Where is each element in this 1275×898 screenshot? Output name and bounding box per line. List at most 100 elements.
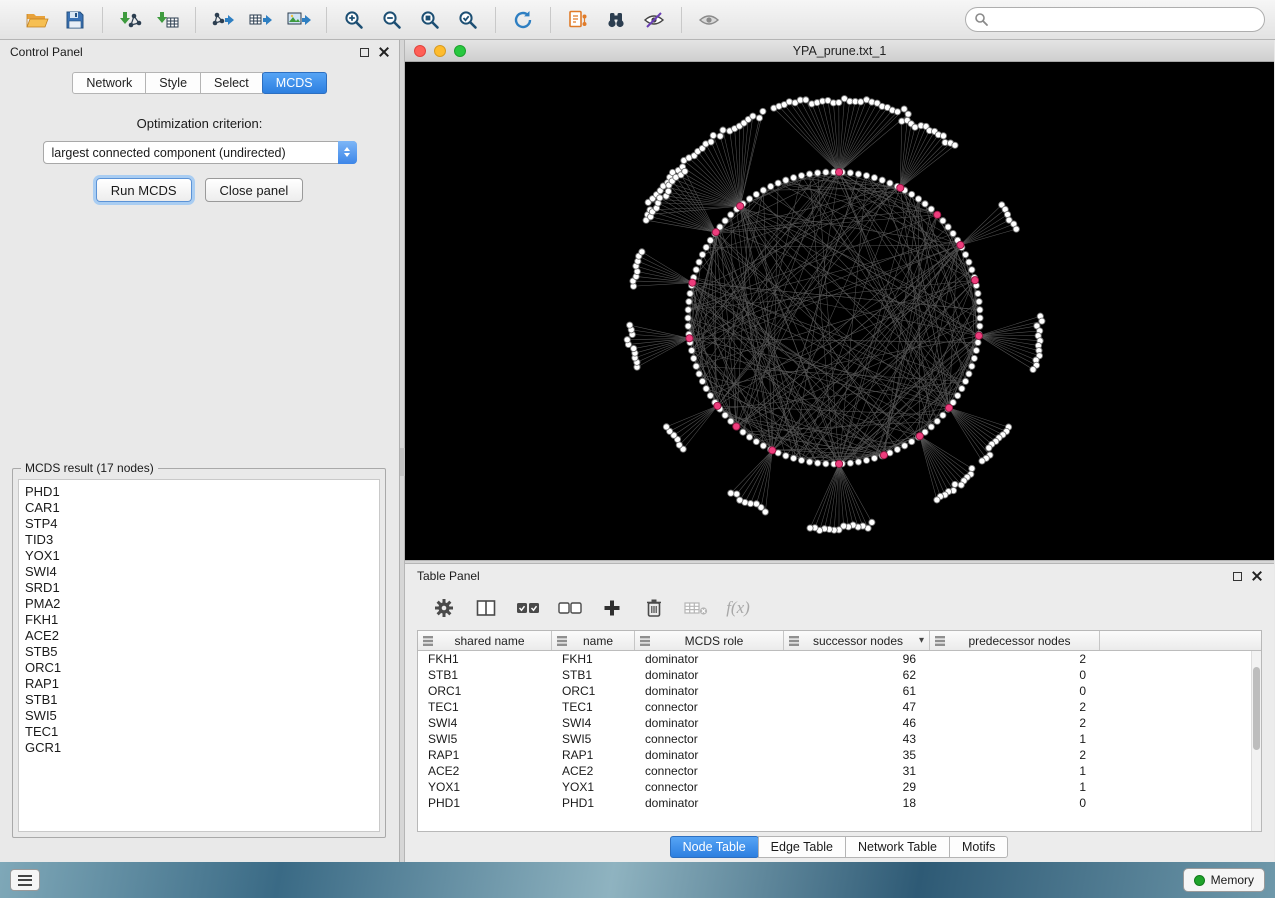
column-menu-icon[interactable]: [423, 636, 433, 646]
refresh-view-button[interactable]: [508, 5, 538, 35]
cell[interactable]: 1: [930, 764, 1100, 778]
cell[interactable]: 61: [784, 684, 930, 698]
tab-style[interactable]: Style: [145, 72, 201, 94]
sort-descending-icon[interactable]: ▾: [919, 635, 924, 646]
close-panel-icon[interactable]: [379, 47, 389, 57]
add-column-button[interactable]: [599, 595, 625, 621]
cell[interactable]: SWI4: [552, 716, 635, 730]
cell[interactable]: 62: [784, 668, 930, 682]
cell[interactable]: connector: [635, 700, 784, 714]
cell[interactable]: 2: [930, 716, 1100, 730]
result-item[interactable]: GCR1: [25, 740, 379, 756]
cell[interactable]: dominator: [635, 652, 784, 666]
import-table-button[interactable]: [153, 5, 183, 35]
cell[interactable]: 1: [930, 780, 1100, 794]
copy-share-button[interactable]: [563, 5, 593, 35]
column-menu-icon[interactable]: [557, 636, 567, 646]
tab-select[interactable]: Select: [200, 72, 263, 94]
cell[interactable]: 0: [930, 684, 1100, 698]
result-item[interactable]: ORC1: [25, 660, 379, 676]
result-item[interactable]: RAP1: [25, 676, 379, 692]
cell[interactable]: dominator: [635, 716, 784, 730]
table-row[interactable]: STB1STB1dominator620: [418, 667, 1251, 683]
cell[interactable]: 1: [930, 732, 1100, 746]
column-header-MCDS-role[interactable]: MCDS role: [635, 631, 784, 650]
cell[interactable]: PHD1: [552, 796, 635, 810]
cell[interactable]: SWI5: [418, 732, 552, 746]
cell[interactable]: 2: [930, 748, 1100, 762]
column-header-name[interactable]: name: [552, 631, 635, 650]
window-zoom-icon[interactable]: [454, 45, 466, 57]
close-table-panel-icon[interactable]: [1252, 571, 1262, 581]
zoom-out-button[interactable]: [377, 5, 407, 35]
mcds-result-list[interactable]: PHD1CAR1STP4TID3YOX1SWI4SRD1PMA2FKH1ACE2…: [18, 479, 380, 832]
cell[interactable]: RAP1: [418, 748, 552, 762]
cell[interactable]: 43: [784, 732, 930, 746]
result-item[interactable]: SWI5: [25, 708, 379, 724]
table-row[interactable]: ORC1ORC1dominator610: [418, 683, 1251, 699]
cell[interactable]: 0: [930, 668, 1100, 682]
window-minimize-icon[interactable]: [434, 45, 446, 57]
tab-network-table[interactable]: Network Table: [845, 836, 950, 858]
cell[interactable]: dominator: [635, 796, 784, 810]
table-row[interactable]: FKH1FKH1dominator962: [418, 651, 1251, 667]
zoom-selected-button[interactable]: [453, 5, 483, 35]
save-session-button[interactable]: [60, 5, 90, 35]
table-row[interactable]: RAP1RAP1dominator352: [418, 747, 1251, 763]
column-menu-icon[interactable]: [789, 636, 799, 646]
column-menu-icon[interactable]: [640, 636, 650, 646]
cell[interactable]: FKH1: [552, 652, 635, 666]
export-network-button[interactable]: [208, 5, 238, 35]
table-row[interactable]: TEC1TEC1connector472: [418, 699, 1251, 715]
cell[interactable]: 96: [784, 652, 930, 666]
table-scrollbar[interactable]: [1251, 651, 1261, 831]
result-item[interactable]: SWI4: [25, 564, 379, 580]
cell[interactable]: RAP1: [552, 748, 635, 762]
cell[interactable]: connector: [635, 732, 784, 746]
result-item[interactable]: SRD1: [25, 580, 379, 596]
tab-network[interactable]: Network: [72, 72, 146, 94]
cell[interactable]: ORC1: [552, 684, 635, 698]
cell[interactable]: 18: [784, 796, 930, 810]
network-view[interactable]: [405, 62, 1274, 560]
table-row[interactable]: ACE2ACE2connector311: [418, 763, 1251, 779]
cell[interactable]: 47: [784, 700, 930, 714]
cell[interactable]: ACE2: [552, 764, 635, 778]
tab-motifs[interactable]: Motifs: [949, 836, 1008, 858]
dropdown-stepper-icon[interactable]: [338, 141, 357, 164]
cell[interactable]: dominator: [635, 668, 784, 682]
cell[interactable]: TEC1: [552, 700, 635, 714]
cell[interactable]: 2: [930, 700, 1100, 714]
scrollbar-thumb[interactable]: [1253, 667, 1260, 750]
cell[interactable]: STB1: [418, 668, 552, 682]
select-all-button[interactable]: [515, 595, 541, 621]
result-item[interactable]: FKH1: [25, 612, 379, 628]
search-network-button[interactable]: [601, 5, 631, 35]
tab-edge-table[interactable]: Edge Table: [758, 836, 846, 858]
network-graph-canvas[interactable]: [405, 62, 1274, 560]
cell[interactable]: connector: [635, 780, 784, 794]
cell[interactable]: dominator: [635, 684, 784, 698]
result-item[interactable]: TID3: [25, 532, 379, 548]
column-header-predecessor-nodes[interactable]: predecessor nodes: [930, 631, 1100, 650]
cell[interactable]: FKH1: [418, 652, 552, 666]
cell[interactable]: 31: [784, 764, 930, 778]
result-item[interactable]: ACE2: [25, 628, 379, 644]
float-table-panel-icon[interactable]: [1233, 572, 1242, 581]
search-input[interactable]: [965, 7, 1265, 32]
network-window-titlebar[interactable]: YPA_prune.txt_1: [405, 40, 1274, 62]
cell[interactable]: YOX1: [418, 780, 552, 794]
cell[interactable]: SWI4: [418, 716, 552, 730]
tab-node-table[interactable]: Node Table: [670, 836, 759, 858]
table-row[interactable]: SWI5SWI5connector431: [418, 731, 1251, 747]
cell[interactable]: 29: [784, 780, 930, 794]
zoom-fit-button[interactable]: [415, 5, 445, 35]
window-close-icon[interactable]: [414, 45, 426, 57]
result-item[interactable]: PHD1: [25, 484, 379, 500]
cell[interactable]: 35: [784, 748, 930, 762]
export-table-button[interactable]: [246, 5, 276, 35]
cell[interactable]: 0: [930, 796, 1100, 810]
delete-column-button[interactable]: [641, 595, 667, 621]
cell[interactable]: PHD1: [418, 796, 552, 810]
result-item[interactable]: STB1: [25, 692, 379, 708]
